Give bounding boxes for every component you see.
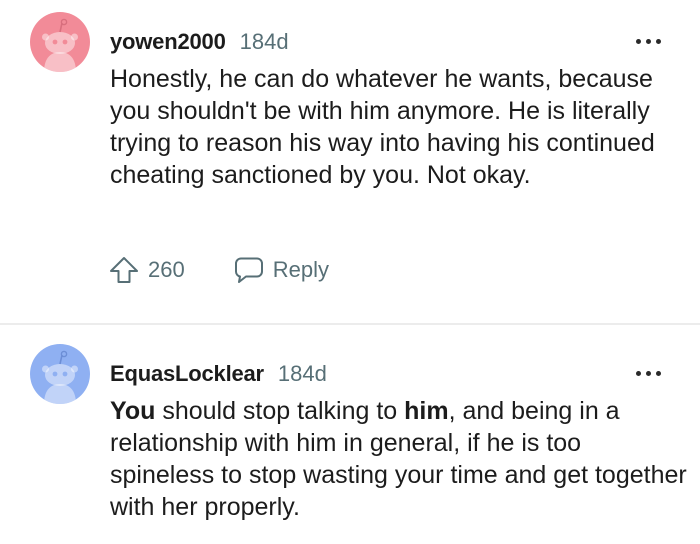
- upvote-arrow-icon: [110, 257, 138, 283]
- reply-label: Reply: [272, 257, 329, 282]
- comment-age: 184d: [277, 361, 327, 386]
- comment: yowen2000 184d Honestly, he can do whate…: [0, 0, 700, 323]
- comment: EquasLocklear 184d You should stop talki…: [0, 325, 700, 544]
- bold-text: him: [404, 397, 449, 425]
- snoo-avatar-icon: [30, 12, 90, 72]
- comment-actions: 260 Reply: [108, 253, 329, 287]
- comment-body: You should stop talking to him, and bein…: [110, 395, 690, 523]
- upvote-button[interactable]: 260: [108, 255, 185, 285]
- comment-header: EquasLocklear 184d: [110, 359, 327, 389]
- upvote-count: 260: [148, 257, 185, 282]
- more-options-icon[interactable]: [636, 370, 662, 378]
- comment-age: 184d: [239, 29, 289, 54]
- reply-button[interactable]: Reply: [233, 255, 329, 285]
- snoo-avatar-icon: [30, 344, 90, 404]
- username[interactable]: EquasLocklear: [110, 361, 264, 387]
- speech-bubble-icon: [234, 257, 263, 283]
- username[interactable]: yowen2000: [110, 29, 226, 55]
- avatar[interactable]: [30, 12, 90, 72]
- avatar[interactable]: [30, 344, 90, 404]
- text-segment: should stop talking to: [155, 397, 405, 425]
- comment-body: Honestly, he can do whatever he wants, b…: [110, 63, 690, 191]
- comment-text: Honestly, he can do whatever he wants, b…: [110, 65, 655, 189]
- comment-text: You should stop talking to him, and bein…: [110, 395, 690, 523]
- bold-text: You: [110, 397, 156, 425]
- comment-header: yowen2000 184d: [110, 27, 289, 57]
- more-options-icon[interactable]: [636, 38, 662, 46]
